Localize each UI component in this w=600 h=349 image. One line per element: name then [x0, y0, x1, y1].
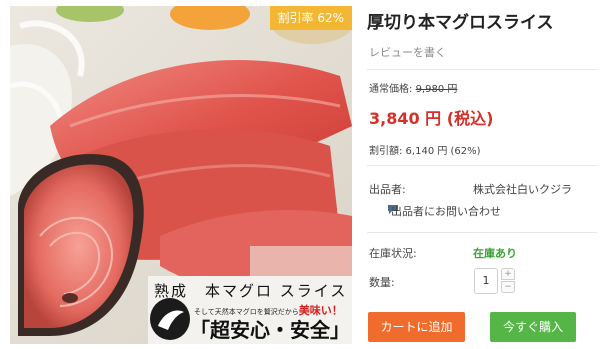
regular-price-label: 通常価格:	[369, 84, 416, 95]
contact-seller-link[interactable]: 出品者にお問い合わせ	[391, 203, 501, 219]
seller-label: 出品者:	[369, 183, 406, 196]
quantity-input[interactable]: 1	[474, 268, 498, 294]
discount-amount: 割引額: 6,140 円 (62%)	[369, 146, 481, 157]
banner-slogan: 「超安心・安全」	[190, 318, 350, 342]
product-image[interactable]: 割引率 62% 熟成 本マグロ スライス そして天然本マグロを贅沢だから美味い！…	[10, 6, 352, 344]
divider	[367, 165, 597, 166]
chevron-down-icon[interactable]: −	[501, 281, 515, 293]
product-banner: 熟成 本マグロ スライス そして天然本マグロを贅沢だから美味い！ 「超安心・安全…	[148, 276, 352, 344]
brand-logo	[150, 298, 190, 340]
sale-price: 3,840 円 (税込)	[369, 109, 494, 128]
divider	[367, 232, 597, 233]
discount-badge: 割引率 62%	[269, 6, 352, 30]
stock-status: 在庫あり	[473, 247, 517, 260]
banner-title: 熟成 本マグロ スライス	[154, 282, 348, 300]
product-title: 厚切り本マグロスライス	[367, 13, 554, 33]
add-to-cart-button[interactable]: カートに追加	[368, 312, 465, 342]
quantity-label: 数量:	[369, 276, 395, 289]
product-info: 厚切り本マグロスライス レビューを書く 通常価格: 9,980 円 3,840 …	[367, 0, 597, 349]
write-review-link[interactable]: レビューを書く	[369, 44, 446, 60]
chevron-up-icon[interactable]: +	[501, 268, 515, 280]
seller-name-link[interactable]: 株式会社白いクジラ	[473, 181, 572, 197]
divider	[367, 69, 597, 70]
regular-price-row: 通常価格: 9,980 円	[369, 80, 457, 95]
stock-label: 在庫状況:	[369, 247, 417, 260]
regular-price: 9,980 円	[415, 84, 458, 95]
buy-now-button[interactable]: 今すぐ購入	[490, 312, 576, 342]
